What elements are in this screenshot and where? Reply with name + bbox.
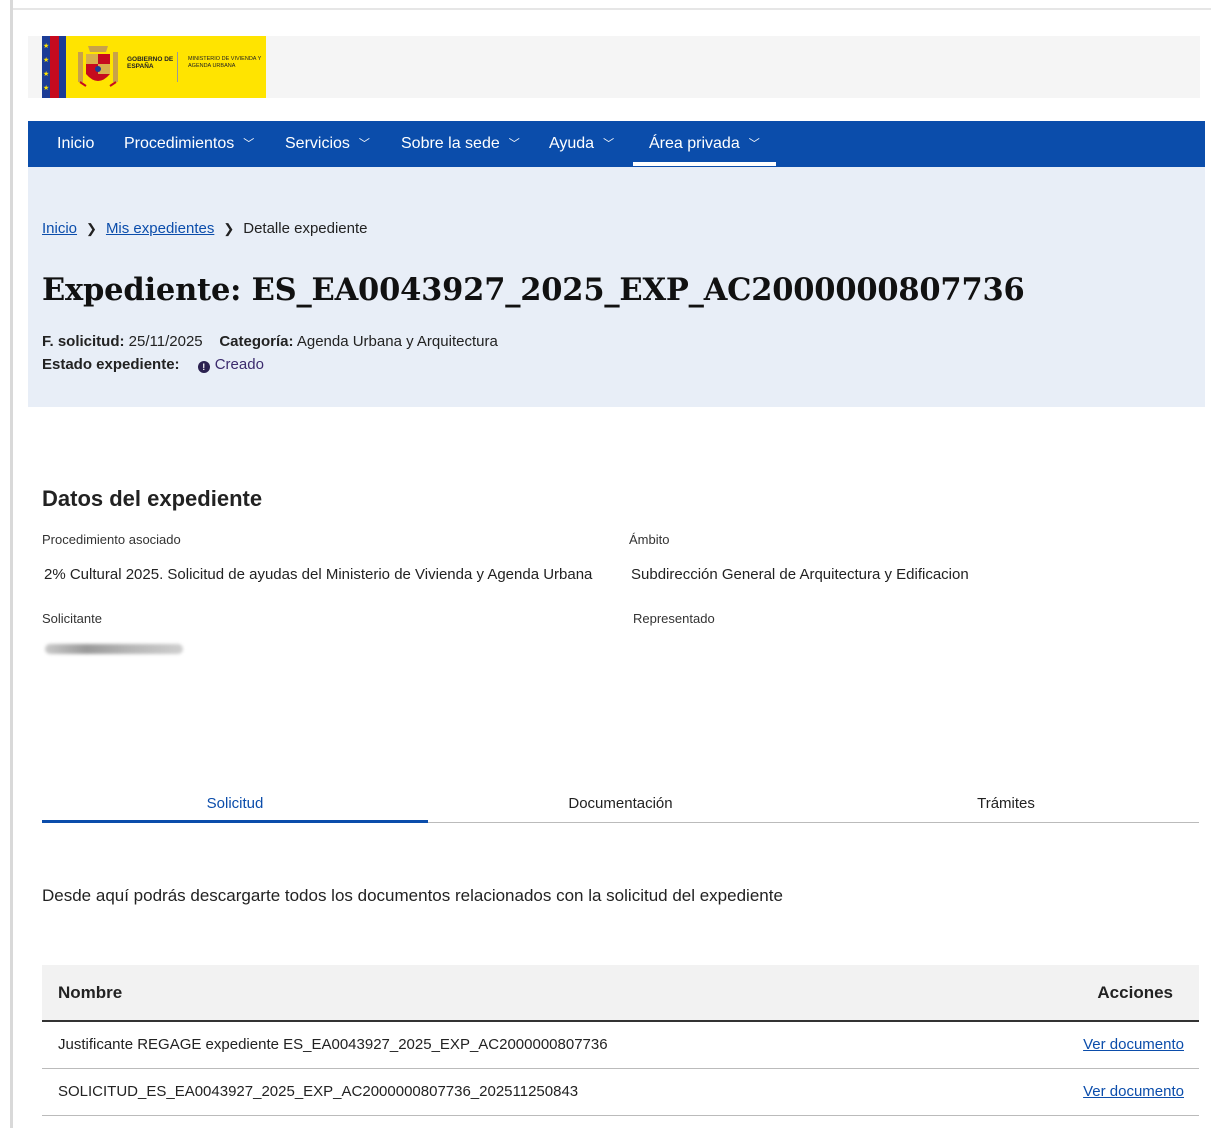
nav-item-ayuda[interactable]: Ayuda ﹀ [549,121,614,167]
solicitante-value-redacted [45,644,183,654]
fecha-label: F. solicitud: [42,333,125,350]
table-header: Nombre Acciones [42,965,1199,1022]
ministry-text: MINISTERIO DE VIVIENDA Y AGENDA URBANA [188,56,262,69]
chevron-down-icon: ﹀ [508,138,520,150]
status-text: Creado [214,356,264,373]
chevron-down-icon: ﹀ [358,138,370,150]
chevron-right-icon: ❯ [223,221,235,236]
breadcrumb-mis-expedientes[interactable]: Mis expedientes [106,220,214,237]
logo-separator [177,52,178,82]
document-name: Justificante REGAGE expediente ES_EA0043… [58,1036,608,1053]
breadcrumb-current: Detalle expediente [243,220,368,237]
gobierno-text: GOBIERNO DE ESPAÑA [127,56,174,70]
solicitante-label: Solicitante [42,611,102,626]
status-badge: ! Creado [197,356,264,373]
tab-active-indicator [42,820,428,823]
ver-documento-link[interactable]: Ver documento [1083,1083,1184,1100]
ver-documento-link[interactable]: Ver documento [1083,1036,1184,1053]
info-icon: ! [197,361,210,373]
expediente-meta: F. solicitud: 25/11/2025 Categoría: Agen… [42,333,498,350]
column-header-nombre: Nombre [58,983,123,1002]
nav-active-indicator [633,162,776,166]
nav-item-sobre-la-sede[interactable]: Sobre la sede ﹀ [401,121,520,167]
tab-tramites[interactable]: Trámites [813,795,1199,812]
estado-label: Estado expediente: [42,356,180,373]
left-border [10,0,13,1128]
categoria-value: Agenda Urbana y Arquitectura [296,333,498,350]
intro-text: Desde aquí podrás descargarte todos los … [42,886,783,905]
top-border [10,8,1211,10]
nav-item-procedimientos[interactable]: Procedimientos ﹀ [124,121,254,167]
fecha-value: 25/11/2025 [128,333,203,350]
tab-documentacion[interactable]: Documentación [428,795,813,812]
page-title: Expediente: ES_EA0043927_2025_EXP_AC2000… [42,272,1025,308]
chevron-right-icon: ❯ [86,221,97,236]
chevron-down-icon: ﹀ [243,138,255,150]
table-row: Justificante REGAGE expediente ES_EA0043… [42,1022,1199,1069]
breadcrumb: Inicio ❯ Mis expedientes ❯ Detalle expedient… [42,220,368,237]
section-heading: Datos del expediente [42,486,263,511]
tab-solicitud[interactable]: Solicitud [42,795,428,812]
government-logo[interactable]: ★ ★ ★ ★ GOBIERNO DE ESPAÑA MINISTERIO DE… [42,36,266,98]
chevron-down-icon: ﹀ [603,138,615,150]
procedimiento-label: Procedimiento asociado [42,532,181,547]
ambito-label: Ámbito [629,532,670,547]
nav-item-area-privada[interactable]: Área privada ﹀ [649,121,760,167]
document-name: SOLICITUD_ES_EA0043927_2025_EXP_AC200000… [58,1083,579,1100]
nav-item-servicios[interactable]: Servicios ﹀ [285,121,370,167]
chevron-down-icon: ﹀ [748,138,760,150]
procedimiento-value: 2% Cultural 2025. Solicitud de ayudas de… [44,566,593,583]
nav-item-inicio[interactable]: Inicio [57,121,94,167]
main-nav: Inicio Procedimientos ﹀ Servicios ﹀ Sobre … [28,121,1205,167]
eu-flag-stripe: ★ ★ ★ ★ [42,36,66,98]
table-row: SOLICITUD_ES_EA0043927_2025_EXP_AC200000… [42,1069,1199,1116]
representado-label: Representado [633,611,715,626]
page: ★ ★ ★ ★ GOBIERNO DE ESPAÑA MINISTERIO DE… [0,0,1211,1128]
column-header-acciones: Acciones [1097,983,1173,1002]
estado-row: Estado expediente: ! Creado [42,356,264,373]
categoria-label: Categoría: [219,333,294,350]
coat-of-arms-icon [78,46,118,87]
breadcrumb-inicio[interactable]: Inicio [42,220,77,237]
ambito-value: Subdirección General de Arquitectura y E… [631,566,969,583]
